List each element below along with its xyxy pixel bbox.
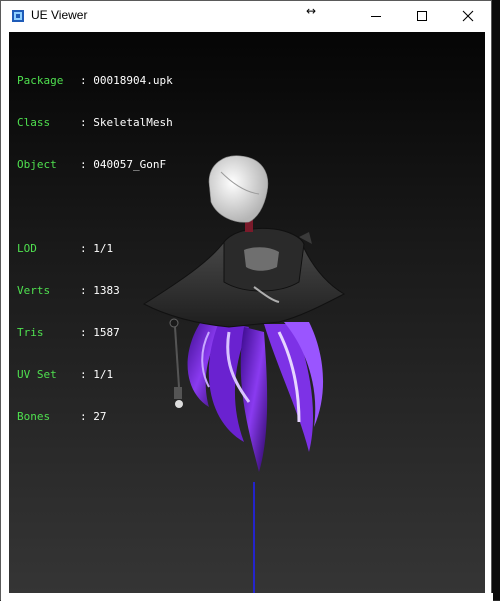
title-bar[interactable]: UE Viewer ↔ (1, 1, 491, 31)
3d-viewport[interactable]: Package: 00018904.upk Class: SkeletalMes… (9, 32, 485, 593)
minimize-icon (371, 16, 381, 17)
ue-viewer-window: UE Viewer ↔ Package: 00018904.upk Class:… (0, 0, 493, 601)
maximize-button[interactable] (399, 1, 445, 31)
hair-mesh (187, 317, 324, 472)
minimize-button[interactable] (353, 1, 399, 31)
resize-horizontal-cursor-icon: ↔ (306, 4, 317, 18)
skeletal-mesh-render (142, 155, 346, 593)
close-icon (462, 10, 474, 22)
topknot-mesh (208, 155, 269, 223)
ue-viewer-icon (12, 10, 24, 22)
hat-mesh (142, 227, 346, 328)
maximize-icon (417, 11, 427, 21)
window-title: UE Viewer (31, 8, 88, 22)
close-button[interactable] (445, 1, 491, 31)
hanging-ornament (169, 318, 183, 408)
